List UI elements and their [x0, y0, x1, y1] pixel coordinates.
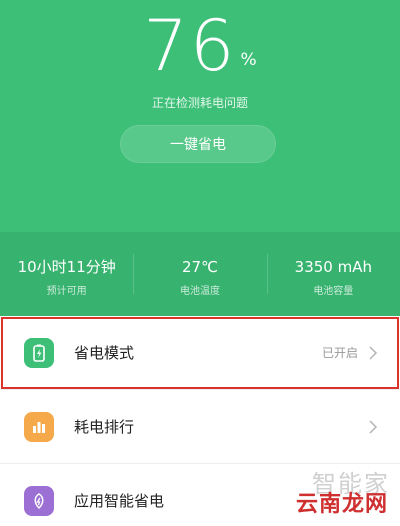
- stat-value: 27℃: [182, 258, 218, 276]
- list-item-label: 省电模式: [74, 344, 135, 362]
- stat-remaining-time: 10小时11分钟 预计可用: [0, 232, 133, 316]
- list-item-label: 应用智能省电: [74, 492, 165, 510]
- stat-temperature: 27℃ 电池温度: [133, 232, 266, 316]
- battery-bolt-icon: [24, 338, 54, 368]
- battery-percent-sign: %: [240, 50, 257, 70]
- chevron-right-icon: [369, 346, 378, 360]
- one-key-save-button[interactable]: 一键省电: [120, 125, 276, 163]
- stat-label: 预计可用: [46, 286, 87, 297]
- list-item-power-saving-mode[interactable]: 省电模式 已开启: [0, 316, 400, 390]
- battery-percent: 76%: [0, 6, 400, 86]
- leaf-icon: [24, 486, 54, 516]
- chevron-right-icon: [369, 420, 378, 434]
- list-item-status: 已开启: [321, 346, 358, 360]
- scan-status-text: 正在检测耗电问题: [151, 96, 248, 110]
- stat-capacity: 3350 mAh 电池容量: [266, 232, 400, 316]
- list-item-label: 耗电排行: [74, 418, 135, 436]
- stat-value: 3350 mAh: [294, 258, 372, 276]
- battery-percent-value: 76: [143, 5, 237, 87]
- watermark: 智能家 云南龙网: [296, 470, 400, 526]
- stat-label: 电池温度: [179, 286, 220, 297]
- stat-value: 10小时11分钟: [17, 258, 116, 276]
- watermark-main-text: 云南龙网: [296, 492, 389, 517]
- list-item-power-ranking[interactable]: 耗电排行: [0, 390, 400, 464]
- stat-label: 电池容量: [313, 286, 354, 297]
- battery-stats: 10小时11分钟 预计可用 27℃ 电池温度 3350 mAh 电池容量: [0, 232, 400, 316]
- bar-chart-icon: [24, 412, 54, 442]
